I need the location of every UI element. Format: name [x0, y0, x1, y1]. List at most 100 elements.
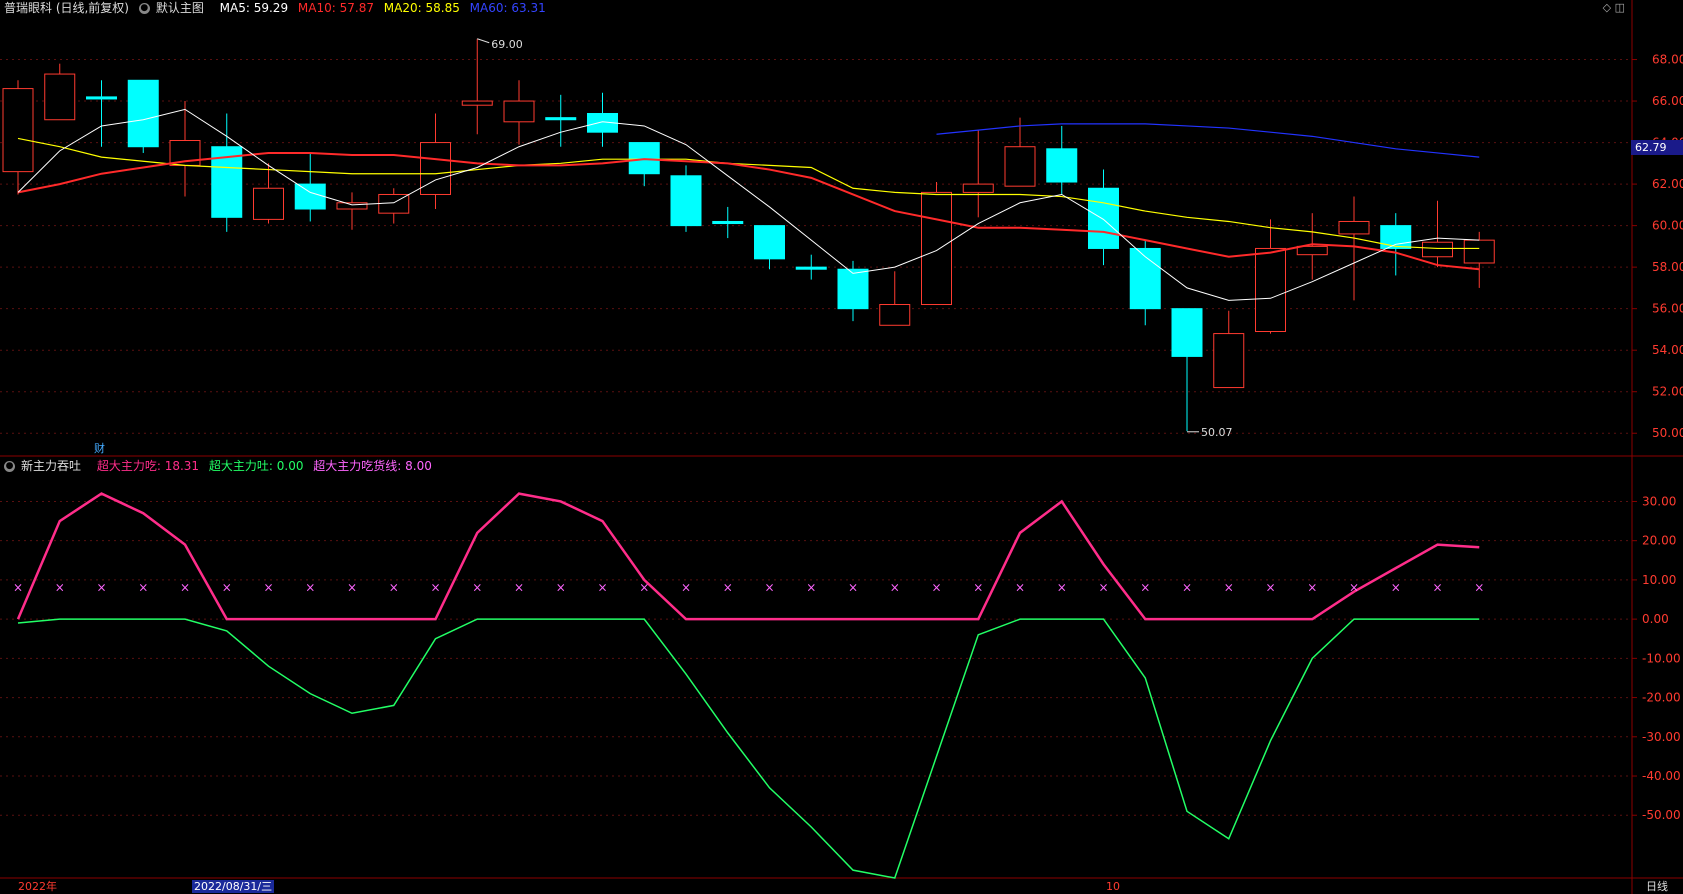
candle — [670, 165, 702, 232]
eat-line — [16, 492, 1480, 621]
stock-title[interactable]: 普瑞眼科 (日线,前复权) — [4, 1, 129, 15]
indicator-tick-label: -10.00 — [1642, 651, 1681, 665]
eat-line-marker: × — [1307, 581, 1317, 595]
main-chart-header: 普瑞眼科 (日线,前复权) ● 默认主图 MA5: 59.29 MA10: 57.… — [4, 0, 552, 16]
candle-body — [670, 175, 702, 227]
candle — [795, 254, 827, 280]
eat-line-marker: × — [597, 581, 607, 595]
eat-line-marker: × — [1349, 581, 1359, 595]
candle-body — [1296, 245, 1328, 256]
candle — [1004, 117, 1036, 187]
ma20-value: MA20: 58.85 — [383, 1, 460, 15]
diamond-icon[interactable]: ◇ — [1603, 1, 1611, 14]
candle — [1463, 231, 1495, 288]
candle-body — [294, 183, 326, 210]
eat-line-marker: × — [764, 581, 774, 595]
price-tick-label: 62.00 — [1652, 177, 1683, 191]
eat-line-marker: × — [890, 581, 900, 595]
indicator-tick-label: 20.00 — [1642, 534, 1676, 548]
candle-body — [545, 117, 577, 121]
candle — [545, 94, 577, 147]
candle-body — [1463, 239, 1495, 264]
candle-body — [1171, 308, 1203, 357]
eat-line-marker: × — [138, 581, 148, 595]
candle — [1171, 308, 1203, 432]
template-selector[interactable]: ● 默认主图 — [138, 1, 210, 15]
eat-line-marker: × — [1140, 581, 1150, 595]
ma5-value: MA5: 59.29 — [219, 1, 289, 15]
eat-line-marker: × — [1224, 581, 1234, 595]
period-label[interactable]: 日线 — [1646, 880, 1668, 894]
price-tick-label: 52.00 — [1652, 385, 1683, 399]
eat-line-marker: × — [96, 581, 106, 595]
eat-line-marker: × — [1265, 581, 1275, 595]
candle-body — [253, 187, 284, 220]
candle — [712, 206, 744, 239]
candle — [1213, 310, 1245, 389]
stock-chart[interactable]: 68.0066.0064.0062.0060.0058.0056.0054.00… — [0, 0, 1683, 894]
candle — [336, 192, 368, 230]
candle-body — [1255, 247, 1286, 333]
indicator-name: 新主力吞吐 — [21, 459, 82, 473]
candle — [420, 113, 451, 210]
eat-value: 超大主力吃: 18.31 — [96, 459, 200, 473]
candle-body — [795, 266, 827, 270]
candle — [1422, 200, 1453, 268]
candle — [1255, 219, 1286, 334]
eat-line-marker: × — [472, 581, 482, 595]
candle — [837, 260, 869, 322]
candle — [461, 38, 493, 135]
eat-line-marker: × — [55, 581, 65, 595]
finance-marker[interactable]: 财 — [94, 440, 105, 456]
candle-body — [628, 142, 660, 175]
low-mark-label: 50.07 — [1201, 426, 1233, 439]
eat-line-marker: × — [430, 581, 440, 595]
eat-line-marker: × — [1015, 581, 1025, 595]
eat-line-marker: × — [973, 581, 983, 595]
restore-icon[interactable]: ◫ — [1615, 1, 1625, 14]
candle — [2, 80, 34, 195]
indicator-tick-label: 30.00 — [1642, 494, 1676, 508]
eat-line-marker: × — [180, 581, 190, 595]
price-tick-label: 54.00 — [1652, 343, 1683, 357]
candle — [211, 113, 243, 232]
eat-line-marker: × — [13, 581, 23, 595]
eat-line-marker: × — [222, 581, 232, 595]
eat-line-marker: × — [514, 581, 524, 595]
eat-line-marker: × — [305, 581, 315, 595]
eat-line-marker: × — [681, 581, 691, 595]
price-tick-label: 66.00 — [1652, 94, 1683, 108]
candle — [86, 80, 117, 147]
candle — [44, 63, 76, 121]
price-tick-label: 56.00 — [1652, 302, 1683, 316]
eat-line-marker: × — [556, 581, 566, 595]
candle-body — [1380, 225, 1412, 249]
candle-body — [837, 268, 869, 310]
candle — [628, 142, 660, 187]
candle — [879, 271, 911, 326]
candle-body — [1422, 241, 1453, 258]
indicator-selector[interactable]: ● 新主力吞吐 — [4, 459, 87, 473]
month-label: 10 — [1106, 880, 1120, 893]
candle-body — [420, 142, 451, 195]
eat-line-marker: × — [806, 581, 816, 595]
price-tick-label: 60.00 — [1652, 219, 1683, 233]
gear-icon: ● — [138, 3, 150, 14]
candle-body — [921, 191, 952, 306]
ma10-value: MA10: 57.87 — [297, 1, 374, 15]
candle-body — [1046, 148, 1078, 183]
indicator-tick-label: -20.00 — [1642, 691, 1681, 705]
candle-body — [962, 183, 994, 193]
candle-body — [1338, 220, 1370, 235]
cursor-date: 2022/08/31/三 — [192, 880, 275, 894]
indicator-header: ● 新主力吞吐 超大主力吃: 18.31 超大主力吐: 0.00 超大主力吃货线:… — [4, 458, 438, 474]
high-mark-arrow — [477, 38, 490, 44]
candle-body — [461, 100, 493, 106]
indicator-tick-label: 10.00 — [1642, 573, 1676, 587]
high-mark-label: 69.00 — [491, 38, 523, 51]
price-tick-label: 50.00 — [1652, 426, 1683, 440]
eat-line-marker: × — [639, 581, 649, 595]
candle-body — [1213, 333, 1245, 389]
current-price-badge: 62.79 — [1631, 140, 1683, 155]
price-tick-label: 58.00 — [1652, 260, 1683, 274]
